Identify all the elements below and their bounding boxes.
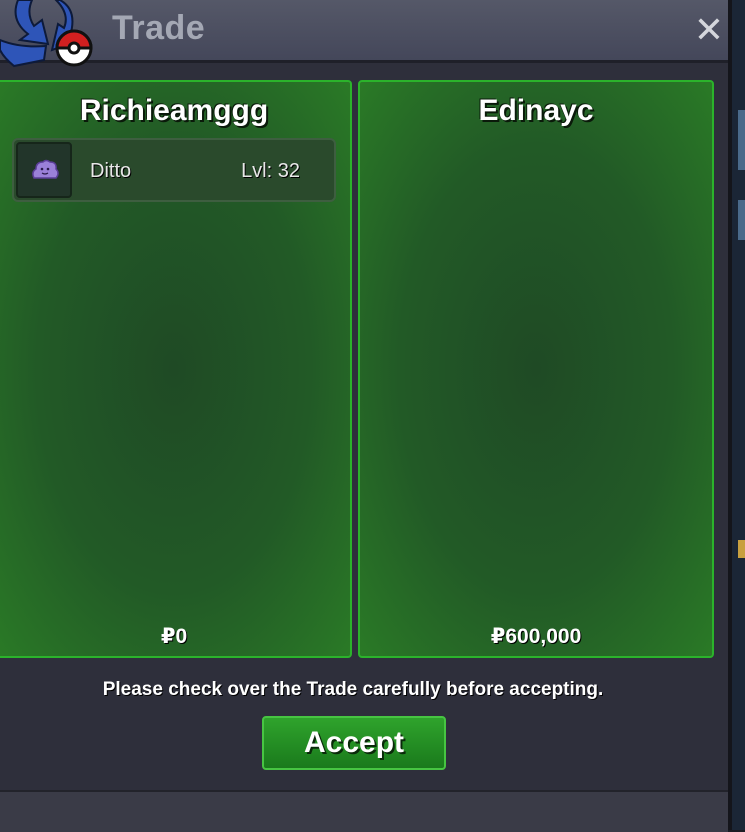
partner-money-offer: ₽600,000 bbox=[490, 625, 582, 648]
background-detail bbox=[738, 540, 745, 558]
partner-player-name: Edinayc bbox=[478, 94, 594, 127]
item-slot bbox=[16, 142, 72, 198]
window-title: Trade bbox=[112, 9, 206, 47]
trade-logo-icon bbox=[0, 0, 93, 68]
title-bar[interactable]: Trade ✕ bbox=[0, 0, 728, 63]
partner-offer-panel: Edinayc ₽600,000 bbox=[358, 80, 714, 658]
trade-window: Trade ✕ Richieamggg Ditto Lvl: 32 ₽0 Edi… bbox=[0, 0, 732, 832]
my-money-offer: ₽0 bbox=[160, 625, 188, 648]
offer-item-row[interactable]: Ditto Lvl: 32 bbox=[12, 138, 336, 202]
item-level: Lvl: 32 bbox=[241, 160, 300, 182]
my-player-name: Richieamggg bbox=[79, 94, 269, 127]
background-detail bbox=[738, 110, 745, 170]
item-name: Ditto bbox=[90, 160, 132, 182]
my-offer-panel: Richieamggg Ditto Lvl: 32 ₽0 bbox=[0, 80, 352, 658]
close-button[interactable]: ✕ bbox=[690, 10, 728, 50]
window-footer bbox=[0, 790, 728, 832]
trade-notice: Please check over the Trade carefully be… bbox=[102, 679, 604, 700]
background-detail bbox=[738, 200, 745, 240]
accept-button[interactable]: Accept bbox=[262, 716, 446, 770]
ditto-sprite-icon bbox=[32, 159, 59, 179]
